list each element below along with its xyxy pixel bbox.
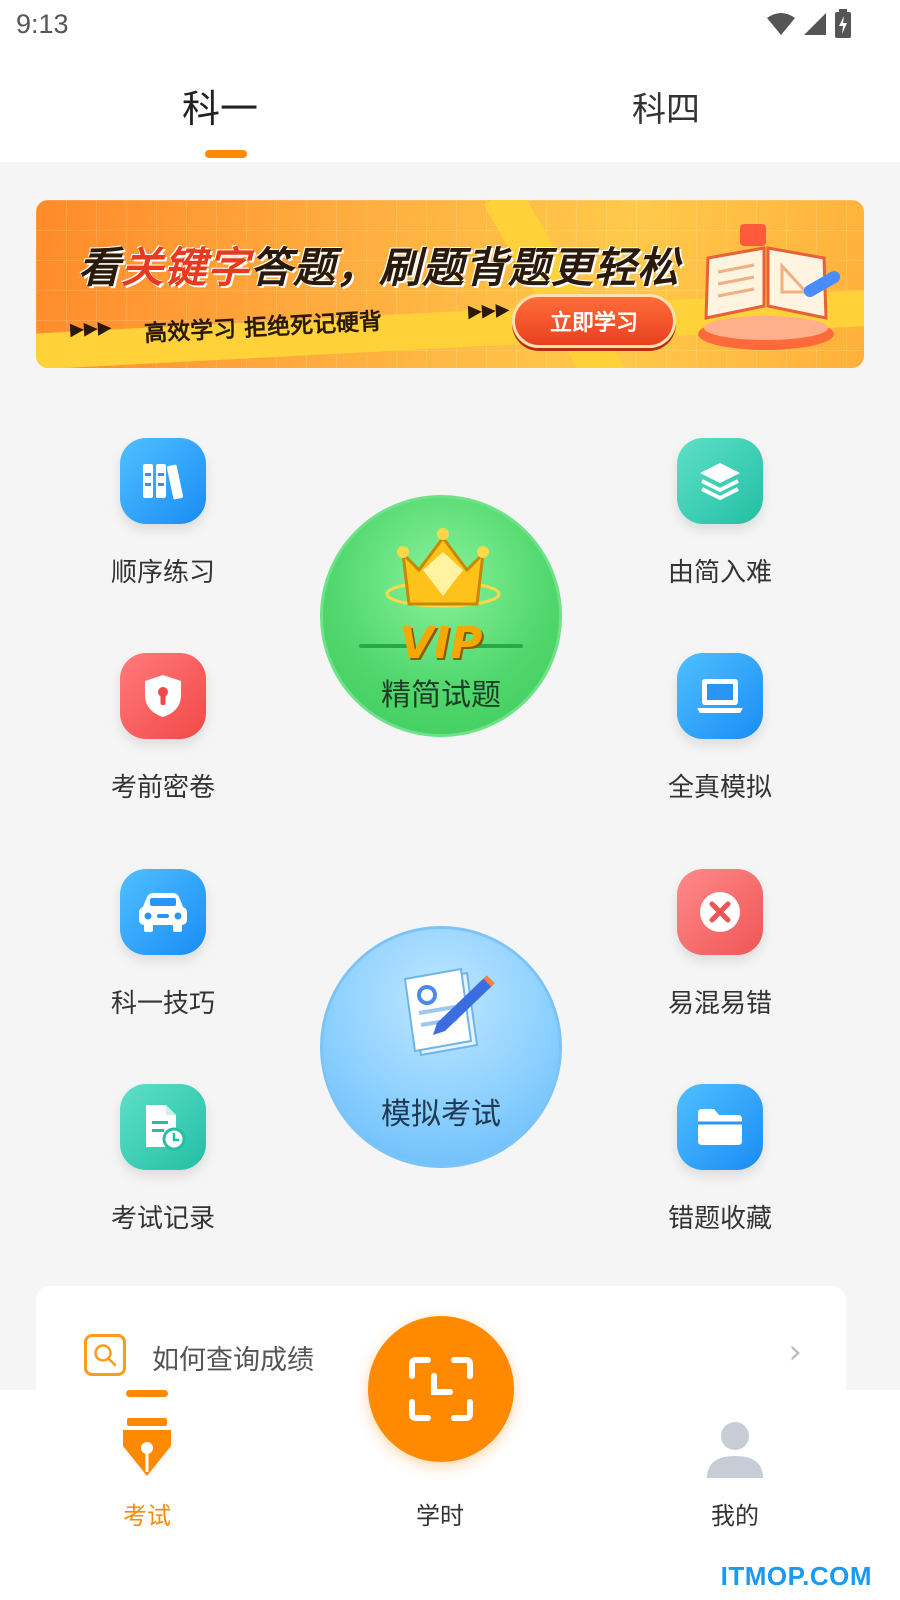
banner-arrows-left-icon: ▶▶▶ bbox=[69, 316, 113, 341]
search-icon bbox=[84, 1334, 126, 1376]
subject-tabs: 科一 科四 bbox=[0, 50, 900, 162]
grid-subject-one-tips[interactable]: 科一技巧 bbox=[73, 869, 253, 1020]
grid-label: 全真模拟 bbox=[667, 773, 772, 803]
vip-simplified-questions-button[interactable]: VIP 精简试题 bbox=[320, 495, 562, 737]
banner-headline: 看关键字答题，刷题背题更轻松 bbox=[78, 234, 680, 295]
fountain-pen-icon bbox=[123, 1418, 171, 1476]
grid-exam-records[interactable]: 考试记录 bbox=[73, 1084, 253, 1235]
tab-subject-four[interactable]: 科四 bbox=[632, 82, 700, 131]
grid-label: 科一技巧 bbox=[110, 989, 215, 1019]
document-clock-icon bbox=[146, 1105, 186, 1151]
folder-icon bbox=[698, 1109, 742, 1145]
status-time: 9:13 bbox=[16, 9, 69, 39]
shield-lock-icon bbox=[145, 675, 181, 717]
user-icon bbox=[707, 1422, 763, 1478]
grid-label: 错题收藏 bbox=[667, 1204, 772, 1234]
grid-full-simulation[interactable]: 全真模拟 bbox=[630, 653, 810, 804]
nav-hours-label: 学时 bbox=[416, 1502, 464, 1530]
open-book-icon bbox=[698, 224, 841, 350]
banner-headline-part2: 答题，刷题背题更轻松 bbox=[250, 243, 681, 292]
chevron-right-icon: › bbox=[788, 1332, 802, 1372]
nav-active-indicator bbox=[126, 1390, 168, 1397]
grid-label: 考前密卷 bbox=[110, 773, 215, 803]
grid-label: 顺序练习 bbox=[110, 558, 215, 588]
signal-icon bbox=[804, 13, 826, 35]
status-icons bbox=[766, 8, 852, 40]
layers-icon bbox=[700, 463, 740, 500]
close-circle-icon bbox=[700, 892, 740, 932]
nav-exam-label: 考试 bbox=[123, 1502, 171, 1530]
grid-easy-to-hard[interactable]: 由简入难 bbox=[630, 438, 810, 589]
status-bar: 9:13 bbox=[0, 0, 900, 50]
tab-subject-one[interactable]: 科一 bbox=[182, 78, 258, 133]
nav-me-label: 我的 bbox=[711, 1502, 759, 1530]
laptop-icon bbox=[697, 679, 743, 713]
banner-learn-now-button[interactable]: 立即学习 bbox=[512, 294, 676, 348]
wifi-icon bbox=[767, 13, 795, 35]
grid-label: 由简入难 bbox=[667, 558, 772, 588]
mock-exam-label: 模拟考试 bbox=[381, 1097, 501, 1132]
banner-headline-highlight: 关键字 bbox=[121, 243, 251, 292]
grid-pre-exam-papers[interactable]: 考前密卷 bbox=[73, 653, 253, 804]
grid-sequential-practice[interactable]: 顺序练习 bbox=[73, 438, 253, 589]
books-icon bbox=[143, 464, 184, 500]
mock-exam-button[interactable]: 模拟考试 bbox=[320, 926, 562, 1168]
scan-button[interactable] bbox=[368, 1316, 514, 1462]
grid-wrong-favorites[interactable]: 错题收藏 bbox=[630, 1084, 810, 1235]
banner-headline-part1: 看 bbox=[78, 243, 122, 292]
score-query-text: 如何查询成绩 bbox=[152, 1345, 314, 1376]
scan-icon bbox=[409, 1357, 473, 1421]
grid-label: 考试记录 bbox=[110, 1204, 215, 1234]
vip-circle-label: 精简试题 bbox=[381, 678, 501, 713]
tab-active-indicator bbox=[205, 150, 247, 158]
vip-badge: VIP bbox=[399, 618, 483, 669]
exam-paper-pen-icon bbox=[403, 967, 495, 1057]
car-icon bbox=[139, 893, 187, 932]
promo-banner[interactable]: 看关键字答题，刷题背题更轻松 ▶▶▶ 高效学习 拒绝死记硬背 ▶▶▶ 立即学习 bbox=[36, 200, 864, 368]
grid-label: 易混易错 bbox=[667, 989, 772, 1019]
banner-arrows-right-icon: ▶▶▶ bbox=[467, 298, 511, 323]
battery-icon bbox=[835, 9, 851, 38]
watermark: ITMOP.COM bbox=[720, 1561, 872, 1591]
crown-icon bbox=[385, 528, 501, 608]
grid-confusing-errors[interactable]: 易混易错 bbox=[630, 869, 810, 1020]
